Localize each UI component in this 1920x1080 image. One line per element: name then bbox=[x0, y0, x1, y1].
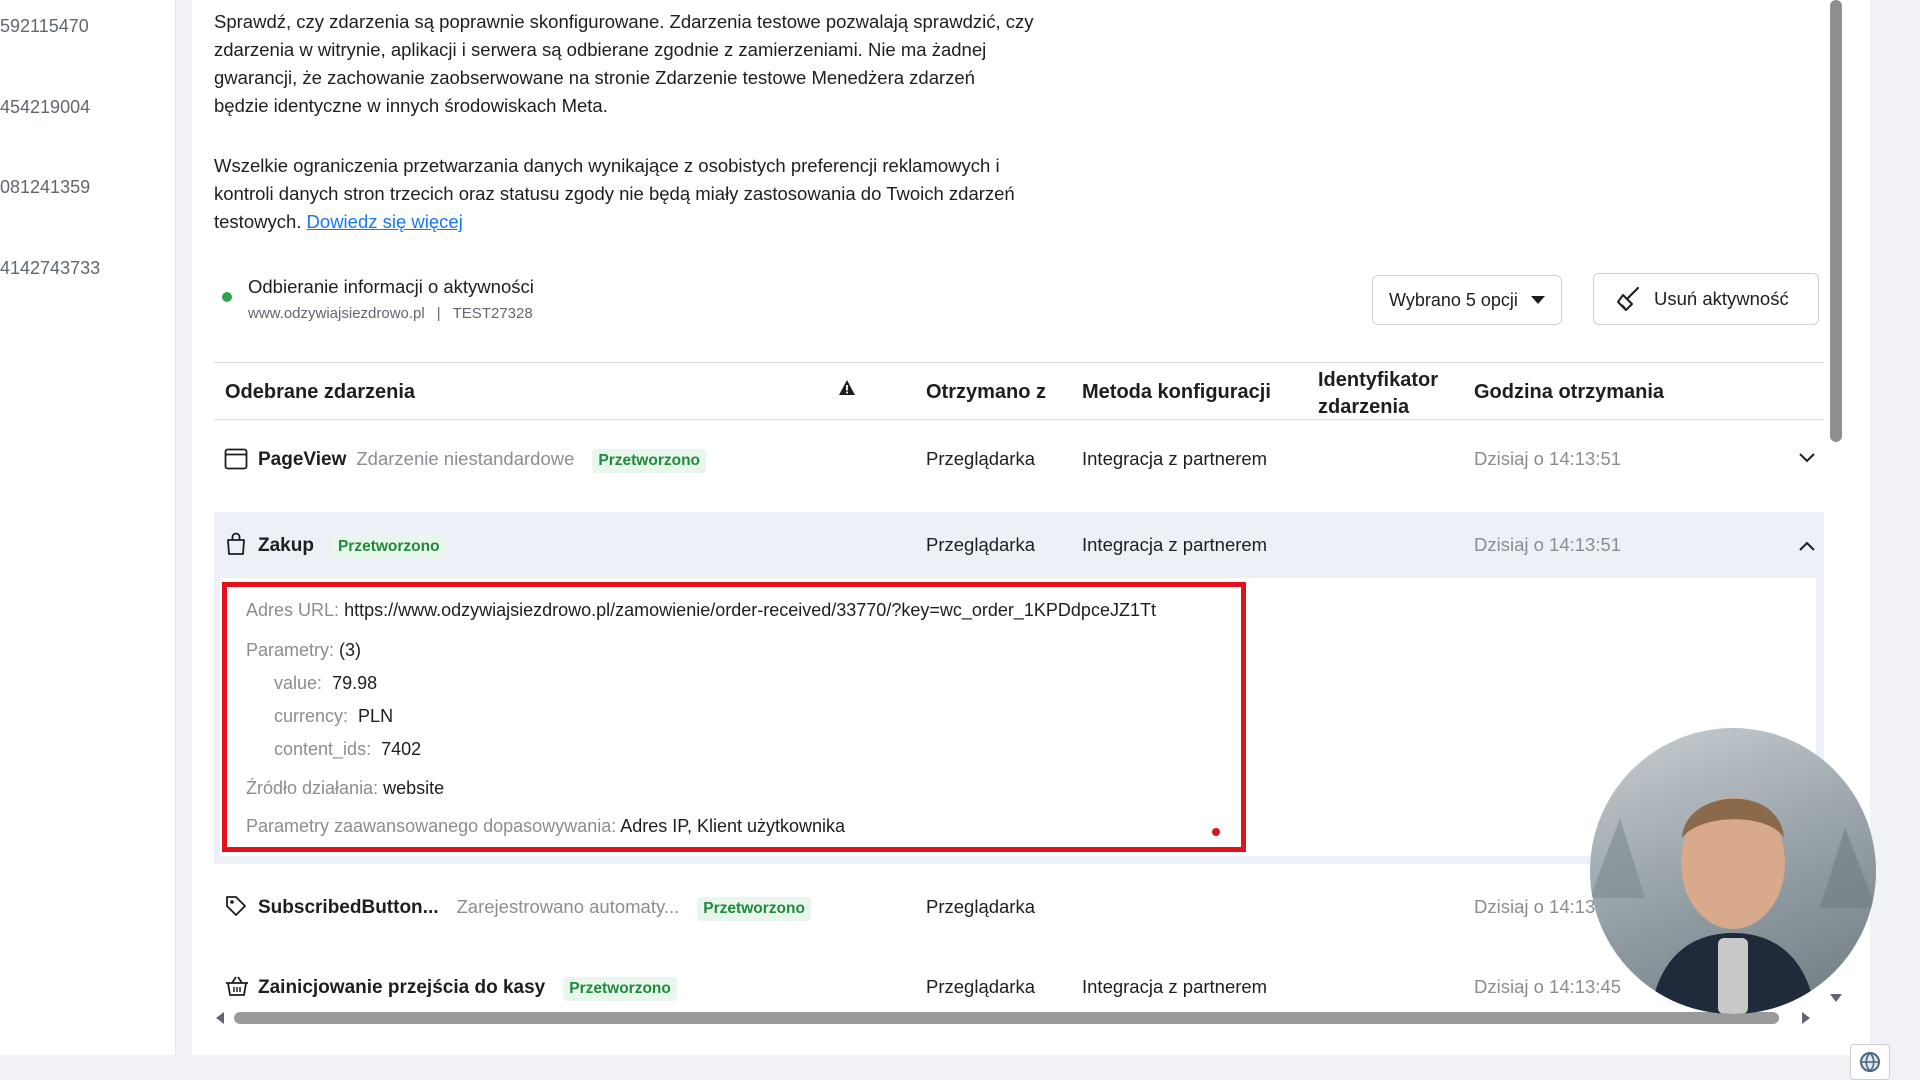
left-id-column: 592115470 454219004 081241359 4142743733 bbox=[0, 0, 176, 1055]
chevron-up-icon[interactable] bbox=[1798, 540, 1816, 552]
url-label: Adres URL: bbox=[246, 600, 340, 620]
event-time: Dzisiaj o 14:13:45 bbox=[1474, 976, 1622, 997]
event-source: Przeglądarka bbox=[926, 448, 1036, 469]
globe-icon bbox=[1860, 1052, 1880, 1073]
status-separator: | bbox=[436, 305, 441, 322]
header-time[interactable]: Godzina otrzymania bbox=[1474, 381, 1664, 404]
language-button[interactable] bbox=[1850, 1044, 1890, 1080]
event-time: Dzisiaj o 14:13:51 bbox=[1474, 534, 1622, 555]
learn-more-link[interactable]: Dowiedz się więcej bbox=[307, 211, 463, 232]
webcam-overlay bbox=[1590, 728, 1876, 1014]
param-row: currency: PLN bbox=[274, 706, 393, 727]
event-details: Adres URL: https://www.odzywiajsiezdrowo… bbox=[220, 578, 1816, 856]
param-key: currency: bbox=[274, 706, 349, 726]
filter-label: Wybrano 5 opcji bbox=[1389, 289, 1518, 310]
event-description: Zarejestrowano automaty... bbox=[456, 896, 680, 917]
bottom-bar bbox=[0, 1055, 1920, 1080]
red-dot-marker bbox=[1212, 828, 1220, 836]
header-event-id[interactable]: Identyfikator zdarzenia bbox=[1318, 367, 1438, 421]
header-method[interactable]: Metoda konfiguracji bbox=[1082, 381, 1271, 404]
header-event-id-line2: zdarzenia bbox=[1318, 396, 1410, 418]
event-source: Przeglądarka bbox=[926, 896, 1036, 917]
event-name: PageView bbox=[258, 449, 347, 470]
clear-activity-label: Usuń aktywność bbox=[1654, 288, 1789, 309]
status-badge: Przetworzono bbox=[592, 449, 707, 473]
status-badge: Przetworzono bbox=[331, 535, 446, 559]
left-id-2[interactable]: 454219004 bbox=[0, 97, 90, 118]
action-source-value: website bbox=[383, 778, 445, 798]
event-cell: Zainicjowanie przejścia do kasy Przetworz… bbox=[258, 976, 677, 1001]
advanced-matching-label: Parametry zaawansowanego dopasowywania: bbox=[246, 816, 617, 836]
clear-activity-button[interactable]: Usuń aktywność bbox=[1593, 273, 1819, 325]
shopping-bag-icon bbox=[227, 532, 245, 555]
status-code: TEST27328 bbox=[452, 305, 533, 322]
caret-down-icon bbox=[1531, 296, 1545, 304]
param-row: content_ids: 7402 bbox=[274, 739, 421, 760]
event-source: Przeglądarka bbox=[926, 534, 1036, 555]
tag-icon bbox=[226, 896, 246, 916]
event-details-container: Adres URL: https://www.odzywiajsiezdrowo… bbox=[214, 578, 1824, 864]
scroll-left-arrow-icon[interactable] bbox=[216, 1012, 224, 1024]
table-row-expanded[interactable]: Zakup Przetworzono Przeglądarka Integracj… bbox=[214, 512, 1824, 580]
event-description: Zdarzenie niestandardowe bbox=[356, 448, 575, 469]
param-key: value: bbox=[274, 673, 323, 693]
vertical-scroll-thumb[interactable] bbox=[1830, 0, 1842, 442]
param-value: 7402 bbox=[381, 739, 422, 759]
event-method: Integracja z partnerem bbox=[1082, 448, 1268, 469]
header-received-from[interactable]: Otrzymano z bbox=[926, 381, 1046, 404]
table-row[interactable]: PageView Zdarzenie niestandardowe Przetwor… bbox=[214, 422, 1824, 498]
params-label: Parametry: bbox=[246, 640, 335, 660]
url-value[interactable]: https://www.odzywiajsiezdrowo.pl/zamowie… bbox=[344, 600, 1156, 620]
left-id-1[interactable]: 592115470 bbox=[0, 16, 89, 37]
left-id-3[interactable]: 081241359 bbox=[0, 177, 90, 198]
basket-icon bbox=[226, 976, 248, 996]
status-dot-icon bbox=[222, 292, 232, 302]
event-cell: Zakup Przetworzono bbox=[258, 534, 446, 559]
scroll-right-arrow-icon[interactable] bbox=[1802, 1012, 1810, 1024]
event-name: Zakup bbox=[258, 535, 314, 556]
event-name: SubscribedButton... bbox=[258, 897, 439, 918]
event-time: Dzisiaj o 14:13: bbox=[1474, 896, 1601, 917]
detail-advanced-matching: Parametry zaawansowanego dopasowywania: … bbox=[246, 816, 845, 837]
action-source-label: Źródło działania: bbox=[246, 778, 379, 798]
horizontal-scroll-thumb[interactable] bbox=[234, 1012, 1779, 1024]
table-row[interactable]: SubscribedButton... Zarejestrowano automa… bbox=[214, 870, 1824, 946]
left-id-4[interactable]: 4142743733 bbox=[0, 258, 100, 279]
detail-url: Adres URL: https://www.odzywiajsiezdrowo… bbox=[246, 600, 1156, 621]
status-site: www.odzywiajsiezdrowo.pl bbox=[248, 305, 425, 322]
param-value: PLN bbox=[358, 706, 394, 726]
intro-paragraph: Sprawdź, czy zdarzenia są poprawnie skon… bbox=[214, 11, 1034, 116]
param-key: content_ids: bbox=[274, 739, 372, 759]
chevron-down-icon[interactable] bbox=[1798, 452, 1816, 464]
event-source: Przeglądarka bbox=[926, 976, 1036, 997]
detail-action-source: Źródło działania: website bbox=[246, 778, 444, 799]
broom-icon bbox=[1617, 286, 1640, 311]
table-header: Odebrane zdarzenia Otrzymano z Metoda ko… bbox=[214, 362, 1824, 420]
detail-params: Parametry: (3) bbox=[246, 640, 361, 661]
event-method: Integracja z partnerem bbox=[1082, 534, 1268, 555]
event-filter-dropdown[interactable]: Wybrano 5 opcji bbox=[1372, 275, 1562, 325]
event-name: Zainicjowanie przejścia do kasy bbox=[258, 977, 546, 998]
event-cell: SubscribedButton... Zarejestrowano automa… bbox=[258, 896, 811, 921]
advanced-matching-value: Adres IP, Klient użytkownika bbox=[620, 816, 846, 836]
header-event-id-line1: Identyfikator bbox=[1318, 369, 1439, 391]
warning-icon bbox=[839, 380, 855, 395]
param-row: value: 79.98 bbox=[274, 673, 377, 694]
params-count: (3) bbox=[339, 640, 362, 660]
status-badge: Przetworzono bbox=[563, 977, 677, 1001]
scroll-down-arrow-icon[interactable] bbox=[1830, 994, 1842, 1002]
status-badge: Przetworzono bbox=[697, 897, 811, 921]
status-subtitle: www.odzywiajsiezdrowo.pl | TEST27328 bbox=[248, 305, 533, 322]
header-events[interactable]: Odebrane zdarzenia bbox=[225, 381, 415, 404]
event-method: Integracja z partnerem bbox=[1082, 976, 1268, 997]
data-processing-paragraph: Wszelkie ograniczenia przetwarzania dany… bbox=[214, 152, 1034, 236]
presenter-image bbox=[1590, 797, 1876, 1014]
event-time: Dzisiaj o 14:13:51 bbox=[1474, 448, 1622, 469]
event-cell: PageView Zdarzenie niestandardowe Przetwor… bbox=[258, 448, 707, 473]
browser-window-icon bbox=[224, 448, 248, 470]
param-value: 79.98 bbox=[332, 673, 378, 693]
status-title: Odbieranie informacji o aktywności bbox=[248, 276, 534, 297]
horizontal-scrollbar[interactable] bbox=[214, 1010, 1814, 1026]
